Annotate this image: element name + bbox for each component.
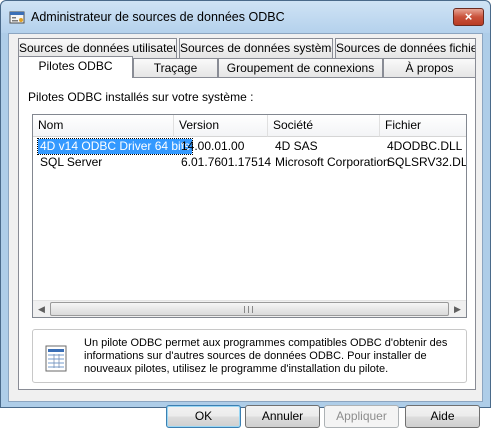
column-header-label: Nom <box>38 118 64 132</box>
column-header-label: Société <box>273 118 314 132</box>
tab-label: Traçage <box>153 61 198 75</box>
driver-version: 14.00.01.00 <box>181 139 245 153</box>
column-header-file[interactable]: Fichier <box>380 115 466 137</box>
close-icon: × <box>464 9 473 24</box>
tab-tracing[interactable]: Traçage <box>133 58 218 78</box>
horizontal-scrollbar[interactable]: ◀ ▶ <box>33 300 466 317</box>
table-row[interactable]: 4D v14 ODBC Driver 64 bits <box>36 138 194 155</box>
cancel-button[interactable]: Annuler <box>245 405 320 428</box>
tab-label: Sources de données fichier <box>336 41 476 55</box>
column-header-version[interactable]: Version <box>174 115 268 137</box>
document-table-icon <box>45 345 67 372</box>
tab-connection-pooling[interactable]: Groupement de connexions <box>218 58 383 78</box>
apply-button[interactable]: Appliquer <box>324 405 399 428</box>
arrow-right-icon[interactable]: ▶ <box>449 301 466 317</box>
window-title: Administrateur de sources de données ODB… <box>31 10 285 24</box>
tab-label: Pilotes ODBC <box>38 59 113 73</box>
info-text: Un pilote ODBC permet aux programmes com… <box>84 337 448 375</box>
help-button[interactable]: Aide <box>405 405 480 428</box>
column-header-label: Fichier <box>385 118 422 132</box>
drivers-list[interactable]: Nom Version Société Fichier 4D v14 ODBC … <box>32 114 467 318</box>
tab-system-dsn[interactable]: Sources de données système <box>179 38 333 58</box>
tab-label: Groupement de connexions <box>226 61 375 75</box>
tab-user-dsn[interactable]: Sources de données utilisateur <box>18 38 177 58</box>
title-bar[interactable]: Administrateur de sources de données ODB… <box>1 1 490 33</box>
ok-button[interactable]: OK <box>166 405 241 428</box>
dialog-client-area: Sources de données utilisateur Sources d… <box>8 33 483 428</box>
tab-about[interactable]: À propos <box>383 58 476 78</box>
column-header-company[interactable]: Société <box>268 115 380 137</box>
driver-company: 4D SAS <box>275 139 318 153</box>
odbc-admin-window: Administrateur de sources de données ODB… <box>0 0 491 428</box>
arrow-left-icon[interactable]: ◀ <box>33 301 50 317</box>
column-header-name[interactable]: Nom <box>33 115 174 137</box>
tab-label: À propos <box>405 61 454 75</box>
tab-file-dsn[interactable]: Sources de données fichier <box>335 38 476 58</box>
tab-odbc-drivers[interactable]: Pilotes ODBC <box>18 56 133 78</box>
driver-file: 4DODBC.DLL <box>387 139 463 153</box>
section-label: Pilotes ODBC installés sur votre système… <box>28 90 254 104</box>
odbc-app-icon <box>9 11 25 24</box>
grip-icon <box>244 306 253 313</box>
info-box: Un pilote ODBC permet aux programmes com… <box>32 329 467 383</box>
driver-version: 6.01.7601.17514 <box>181 155 272 169</box>
driver-name: SQL Server <box>40 155 103 169</box>
driver-file: SQLSRV32.DLL <box>387 155 467 169</box>
table-row[interactable]: SQL Server <box>40 155 102 170</box>
driver-company: Microsoft Corporation <box>275 155 390 169</box>
driver-name: 4D v14 ODBC Driver 64 bits <box>40 139 191 153</box>
tab-label: Sources de données système <box>180 41 333 55</box>
close-button[interactable]: × <box>453 8 484 26</box>
scrollbar-thumb[interactable] <box>50 302 449 316</box>
tab-label: Sources de données utilisateur <box>19 41 177 55</box>
column-header-label: Version <box>179 118 220 132</box>
